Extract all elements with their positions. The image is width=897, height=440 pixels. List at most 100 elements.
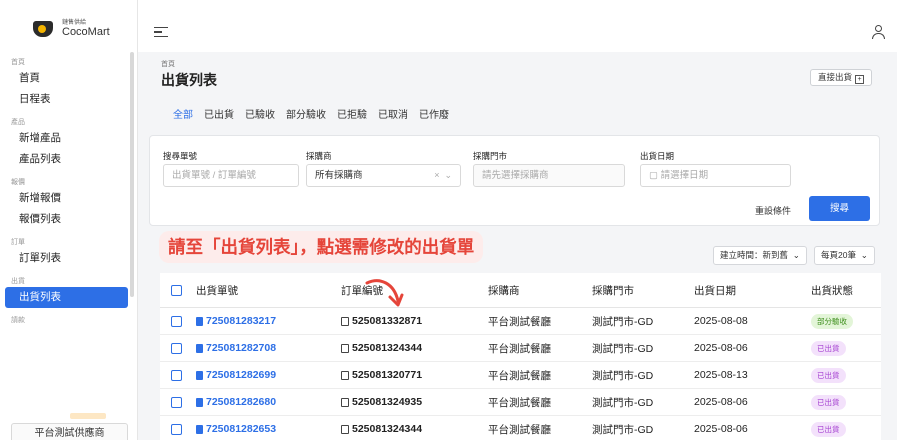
page-title: 出貨列表: [161, 72, 217, 88]
sidebar: 鏈售供給 CocoMart 首頁 首頁 日程表 產品 新增產品 產品列表 報價 …: [0, 0, 138, 440]
ship-no-link[interactable]: 725081282699: [206, 369, 276, 381]
purchaser: 平台測試餐廳: [488, 342, 551, 355]
row-checkbox[interactable]: [171, 315, 182, 327]
status-tabs: 全部 已出貨 已驗收 部分驗收 已拒驗 已取消 已作廢: [173, 106, 449, 121]
document-icon: [341, 424, 349, 434]
status-badge: 部分驗收: [811, 313, 853, 329]
ship-no-link[interactable]: 725081283217: [206, 315, 276, 327]
sidebar-item-schedule[interactable]: 日程表: [0, 89, 133, 110]
sidebar-item-product-list[interactable]: 產品列表: [0, 149, 133, 170]
sidebar-item-add-quote[interactable]: 新增報價: [0, 188, 133, 209]
purchaser: 平台測試餐廳: [488, 315, 551, 328]
sidebar-item-quote-list[interactable]: 報價列表: [0, 209, 133, 230]
sidebar-item-home[interactable]: 首頁: [0, 68, 133, 89]
col-ship-no[interactable]: 出貨單號: [196, 273, 238, 307]
nav-group-quotes: 報價: [11, 179, 25, 186]
col-store[interactable]: 採購門市: [592, 273, 634, 307]
status-badge: 已出貨: [811, 421, 846, 437]
tab-accepted[interactable]: 已驗收: [245, 106, 275, 121]
brand-name: CocoMart: [62, 26, 110, 38]
sidebar-item-order-list[interactable]: 訂單列表: [0, 248, 133, 269]
store-label: 採購門市: [473, 151, 508, 161]
ship-date: 2025-08-06: [694, 342, 748, 354]
table-row[interactable]: 725081282699 525081320771 平台測試餐廳 測試門市-GD…: [160, 362, 881, 389]
shipment-icon: [196, 370, 203, 380]
row-checkbox[interactable]: [171, 423, 182, 435]
order-no[interactable]: 525081332871: [352, 315, 422, 327]
breadcrumb[interactable]: 首頁: [161, 59, 175, 69]
direct-ship-label: 直接出貨: [818, 72, 853, 82]
search-button[interactable]: 搜尋: [809, 196, 870, 221]
document-icon: [341, 370, 349, 380]
store: 測試門市-GD: [592, 342, 654, 355]
order-no[interactable]: 525081324344: [352, 342, 422, 354]
purchaser: 平台測試餐廳: [488, 369, 551, 382]
clear-chevron-icon: × ⌄: [434, 170, 452, 180]
status-badge: 已出貨: [811, 394, 846, 410]
ship-date-picker[interactable]: ▢ 請選擇日期: [640, 164, 791, 187]
select-all-checkbox[interactable]: [171, 284, 182, 296]
tab-all[interactable]: 全部: [173, 106, 193, 121]
purchaser: 平台測試餐廳: [488, 423, 551, 436]
shipment-icon: [196, 424, 203, 434]
chevron-down-icon: ⌄: [860, 250, 868, 260]
tab-cancelled[interactable]: 已取消: [378, 106, 408, 121]
col-purchaser[interactable]: 採購商: [488, 273, 520, 307]
shipment-table: 出貨單號 訂單編號 採購商 採購門市 出貨日期 出貨狀態 72508128321…: [160, 273, 881, 440]
col-ship-date[interactable]: 出貨日期: [694, 273, 736, 307]
ship-date-label: 出貨日期: [640, 151, 675, 161]
sidebar-scrollbar[interactable]: [130, 52, 134, 297]
sidebar-item-shipment-list[interactable]: 出貨列表: [5, 287, 128, 308]
ship-no-input[interactable]: 出貨單號 / 訂單編號: [163, 164, 299, 187]
row-checkbox[interactable]: [171, 396, 182, 408]
shipment-icon: [196, 343, 203, 353]
footer-accent: [70, 413, 106, 419]
store: 測試門市-GD: [592, 369, 654, 382]
supplier-switcher[interactable]: 平台測試供應商: [11, 423, 128, 440]
table-row[interactable]: 725081283217 525081332871 平台測試餐廳 測試門市-GD…: [160, 308, 881, 335]
sort-select[interactable]: 建立時間：新到舊 ⌄: [713, 246, 807, 265]
search-panel: 搜尋單號 出貨單號 / 訂單編號 採購商 所有採購商 × ⌄ 採購門市 請先選擇…: [149, 135, 880, 226]
ship-date: 2025-08-06: [694, 396, 748, 408]
menu-collapse-icon[interactable]: [154, 27, 168, 39]
ship-no-link[interactable]: 725081282653: [206, 423, 276, 435]
purchaser-select-value: 所有採購商: [315, 170, 363, 181]
ship-date: 2025-08-06: [694, 423, 748, 435]
nav-group-shipments: 出貨: [11, 278, 25, 285]
chevron-down-icon: ⌄: [792, 250, 800, 260]
order-no[interactable]: 525081320771: [352, 369, 422, 381]
table-row[interactable]: 725081282708 525081324344 平台測試餐廳 測試門市-GD…: [160, 335, 881, 362]
nav-group-home: 首頁: [11, 59, 25, 66]
ship-date: 2025-08-13: [694, 369, 748, 381]
sidebar-item-add-product[interactable]: 新增產品: [0, 128, 133, 149]
ship-no-link[interactable]: 725081282680: [206, 396, 276, 408]
table-row[interactable]: 725081282680 525081324935 平台測試餐廳 測試門市-GD…: [160, 389, 881, 416]
tab-voided[interactable]: 已作廢: [419, 106, 449, 121]
store-select[interactable]: 請先選擇採購商: [473, 164, 625, 187]
page-size-value: 每頁20筆: [821, 250, 856, 260]
instruction-banner: 請至「出貨列表」，點選需修改的出貨單: [159, 231, 484, 263]
store: 測試門市-GD: [592, 315, 654, 328]
tab-rejected[interactable]: 已拒驗: [337, 106, 367, 121]
order-no[interactable]: 525081324344: [352, 423, 422, 435]
status-badge: 已出貨: [811, 367, 846, 383]
direct-ship-button[interactable]: 直接出貨 +: [810, 69, 873, 86]
tab-shipped[interactable]: 已出貨: [204, 106, 234, 121]
table-header: 出貨單號 訂單編號 採購商 採購門市 出貨日期 出貨狀態: [160, 273, 881, 308]
user-icon[interactable]: [871, 24, 885, 40]
order-no[interactable]: 525081324935: [352, 396, 422, 408]
purchaser-select[interactable]: 所有採購商 × ⌄: [306, 164, 461, 187]
table-row[interactable]: 725081282653 525081324344 平台測試餐廳 測試門市-GD…: [160, 416, 881, 440]
reset-button[interactable]: 重設條件: [755, 204, 791, 217]
document-icon: [341, 343, 349, 353]
pointer-arrow-icon: [365, 279, 404, 307]
col-status[interactable]: 出貨狀態: [811, 273, 853, 307]
nav-group-billing: 請款: [11, 317, 25, 324]
brand-logo[interactable]: 鏈售供給 CocoMart: [33, 19, 110, 39]
row-checkbox[interactable]: [171, 369, 182, 381]
page-size-select[interactable]: 每頁20筆 ⌄: [814, 246, 875, 265]
tab-partial-accepted[interactable]: 部分驗收: [286, 106, 326, 121]
row-checkbox[interactable]: [171, 342, 182, 354]
document-icon: [341, 397, 349, 407]
ship-no-link[interactable]: 725081282708: [206, 342, 276, 354]
